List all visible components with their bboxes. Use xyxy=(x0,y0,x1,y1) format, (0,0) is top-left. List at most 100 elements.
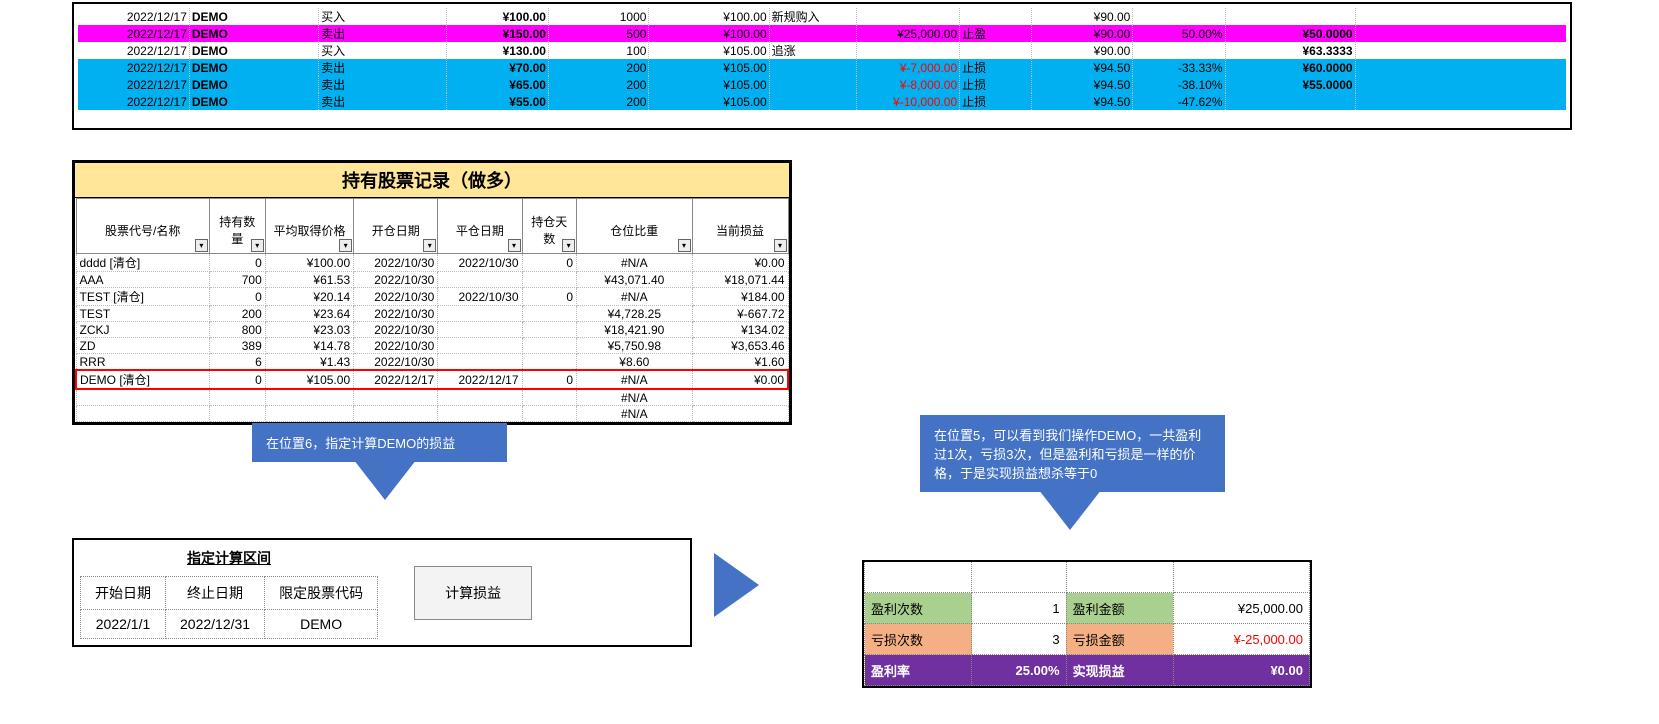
hold-cell xyxy=(354,389,438,406)
hold-row: ZCKJ800¥23.032022/10/30¥18,421.90¥134.02 xyxy=(76,322,788,338)
hold-cell: 0 xyxy=(209,254,265,272)
tx-cell: 2022/12/17 xyxy=(78,8,189,25)
tx-row: 2022/12/17DEMO卖出¥55.00200¥105.00¥-10,000… xyxy=(78,93,1566,110)
hold-row: dddd [清仓]0¥100.002022/10/302022/10/300#N… xyxy=(76,254,788,272)
hold-cell xyxy=(522,322,577,338)
hold-header[interactable]: 平均取得价格▾ xyxy=(265,199,353,254)
hold-row: ZD389¥14.782022/10/30¥5,750.98¥3,653.46 xyxy=(76,338,788,354)
hold-cell xyxy=(209,406,265,422)
range-start-date[interactable]: 2022/1/1 xyxy=(81,610,166,639)
hold-cell: ¥100.00 xyxy=(265,254,353,272)
tx-cell: ¥65.00 xyxy=(447,76,548,93)
tx-cell: ¥60.0000 xyxy=(1225,59,1355,76)
hold-header-label: 仓位比重 xyxy=(610,224,658,238)
loss-count-value: 3 xyxy=(972,624,1066,655)
profit-amount-value: ¥25,000.00 xyxy=(1173,593,1309,624)
hold-cell: ¥61.53 xyxy=(265,272,353,288)
hold-header-label: 股票代号/名称 xyxy=(105,224,180,238)
hold-cell: ¥1.60 xyxy=(692,354,788,371)
range-stock-code[interactable]: DEMO xyxy=(265,610,378,639)
profit-rate-label: 盈利率 xyxy=(865,655,972,686)
filter-arrow-icon[interactable]: ▾ xyxy=(774,239,787,252)
filter-arrow-icon[interactable]: ▾ xyxy=(195,239,208,252)
filter-arrow-icon[interactable]: ▾ xyxy=(251,239,264,252)
hold-cell: TEST xyxy=(76,306,209,322)
hold-cell xyxy=(522,272,577,288)
tx-cell xyxy=(1355,42,1566,59)
tx-cell: ¥70.00 xyxy=(447,59,548,76)
tx-cell: ¥130.00 xyxy=(447,42,548,59)
hold-cell: 800 xyxy=(209,322,265,338)
hold-cell: 2022/12/17 xyxy=(354,370,438,389)
hold-cell xyxy=(692,389,788,406)
tx-cell: 卖出 xyxy=(319,25,447,42)
stats-blank3 xyxy=(1066,562,1173,593)
tx-cell: 2022/12/17 xyxy=(78,93,189,110)
tx-cell: ¥94.50 xyxy=(1032,93,1133,110)
hold-cell: 6 xyxy=(209,354,265,371)
callout-pos5-arrow xyxy=(1035,485,1105,530)
hold-cell: 200 xyxy=(209,306,265,322)
hold-cell xyxy=(438,406,522,422)
hold-header[interactable]: 持有数量▾ xyxy=(209,199,265,254)
profit-amount-label: 盈利金额 xyxy=(1066,593,1173,624)
tx-cell xyxy=(1355,59,1566,76)
tx-cell: 100 xyxy=(548,42,648,59)
hold-header[interactable]: 股票代号/名称 ▾ xyxy=(76,199,209,254)
filter-arrow-icon[interactable]: ▾ xyxy=(339,239,352,252)
tx-cell: 2022/12/17 xyxy=(78,76,189,93)
tx-cell: ¥90.00 xyxy=(1032,42,1133,59)
tx-cell xyxy=(1225,8,1355,25)
hold-cell xyxy=(76,389,209,406)
hold-cell xyxy=(522,306,577,322)
hold-header[interactable]: 当前损益 ▾ xyxy=(692,199,788,254)
tx-cell: DEMO xyxy=(189,93,318,110)
hold-cell: 0 xyxy=(209,370,265,389)
hold-header[interactable]: 仓位比重 ▾ xyxy=(577,199,692,254)
hold-cell: #N/A xyxy=(577,406,692,422)
filter-arrow-icon[interactable]: ▾ xyxy=(423,239,436,252)
hold-row: DEMO [清仓]0¥105.002022/12/172022/12/170#N… xyxy=(76,370,788,389)
tx-cell: ¥105.00 xyxy=(649,93,769,110)
hold-cell: ¥4,728.25 xyxy=(577,306,692,322)
profit-rate-value: 25.00% xyxy=(972,655,1066,686)
hold-cell: dddd [清仓] xyxy=(76,254,209,272)
hold-header[interactable]: 持仓天数▾ xyxy=(522,199,577,254)
tx-row: 2022/12/17DEMO买入¥130.00100¥105.00追涨¥90.0… xyxy=(78,42,1566,59)
hold-cell: ¥18,071.44 xyxy=(692,272,788,288)
hold-header[interactable]: 开仓日期▾ xyxy=(354,199,438,254)
tx-cell: 止损 xyxy=(960,59,1032,76)
tx-cell: 买入 xyxy=(319,42,447,59)
filter-arrow-icon[interactable]: ▾ xyxy=(508,239,521,252)
hold-header-label: 当前损益 xyxy=(716,224,764,238)
filter-arrow-icon[interactable]: ▾ xyxy=(562,239,575,252)
calc-button[interactable]: 计算损益 xyxy=(414,566,532,620)
filter-arrow-icon[interactable]: ▾ xyxy=(678,239,691,252)
hold-cell: ¥20.14 xyxy=(265,288,353,306)
hold-cell: ¥8.60 xyxy=(577,354,692,371)
hold-cell: 0 xyxy=(522,370,577,389)
tx-cell: ¥100.00 xyxy=(649,8,769,25)
tx-cell: 500 xyxy=(548,25,648,42)
tx-cell xyxy=(769,25,857,42)
tx-cell: ¥-10,000.00 xyxy=(857,93,960,110)
tx-cell: ¥55.0000 xyxy=(1225,76,1355,93)
tx-cell xyxy=(1133,8,1225,25)
range-panel: 指定计算区间 开始日期 终止日期 限定股票代码 2022/1/1 2022/12… xyxy=(72,538,692,647)
realized-pl-value: ¥0.00 xyxy=(1173,655,1309,686)
hold-header[interactable]: 平仓日期▾ xyxy=(438,199,522,254)
loss-amount-value: ¥-25,000.00 xyxy=(1173,624,1309,655)
tx-row: 2022/12/17DEMO卖出¥150.00500¥100.00¥25,000… xyxy=(78,25,1566,42)
hold-cell xyxy=(438,338,522,354)
hold-row: #N/A xyxy=(76,406,788,422)
hold-cell: ¥1.43 xyxy=(265,354,353,371)
hold-cell: ¥134.02 xyxy=(692,322,788,338)
tx-row: 2022/12/17DEMO卖出¥65.00200¥105.00¥-8,000.… xyxy=(78,76,1566,93)
hold-cell: 0 xyxy=(522,288,577,306)
tx-cell: ¥55.00 xyxy=(447,93,548,110)
callout-pos5: 在位置5，可以看到我们操作DEMO，一共盈利过1次，亏损3次，但是盈利和亏损是一… xyxy=(920,415,1225,492)
hold-cell: ¥43,071.40 xyxy=(577,272,692,288)
hold-cell: RRR xyxy=(76,354,209,371)
range-end-date[interactable]: 2022/12/31 xyxy=(166,610,265,639)
tx-cell: ¥25,000.00 xyxy=(857,25,960,42)
